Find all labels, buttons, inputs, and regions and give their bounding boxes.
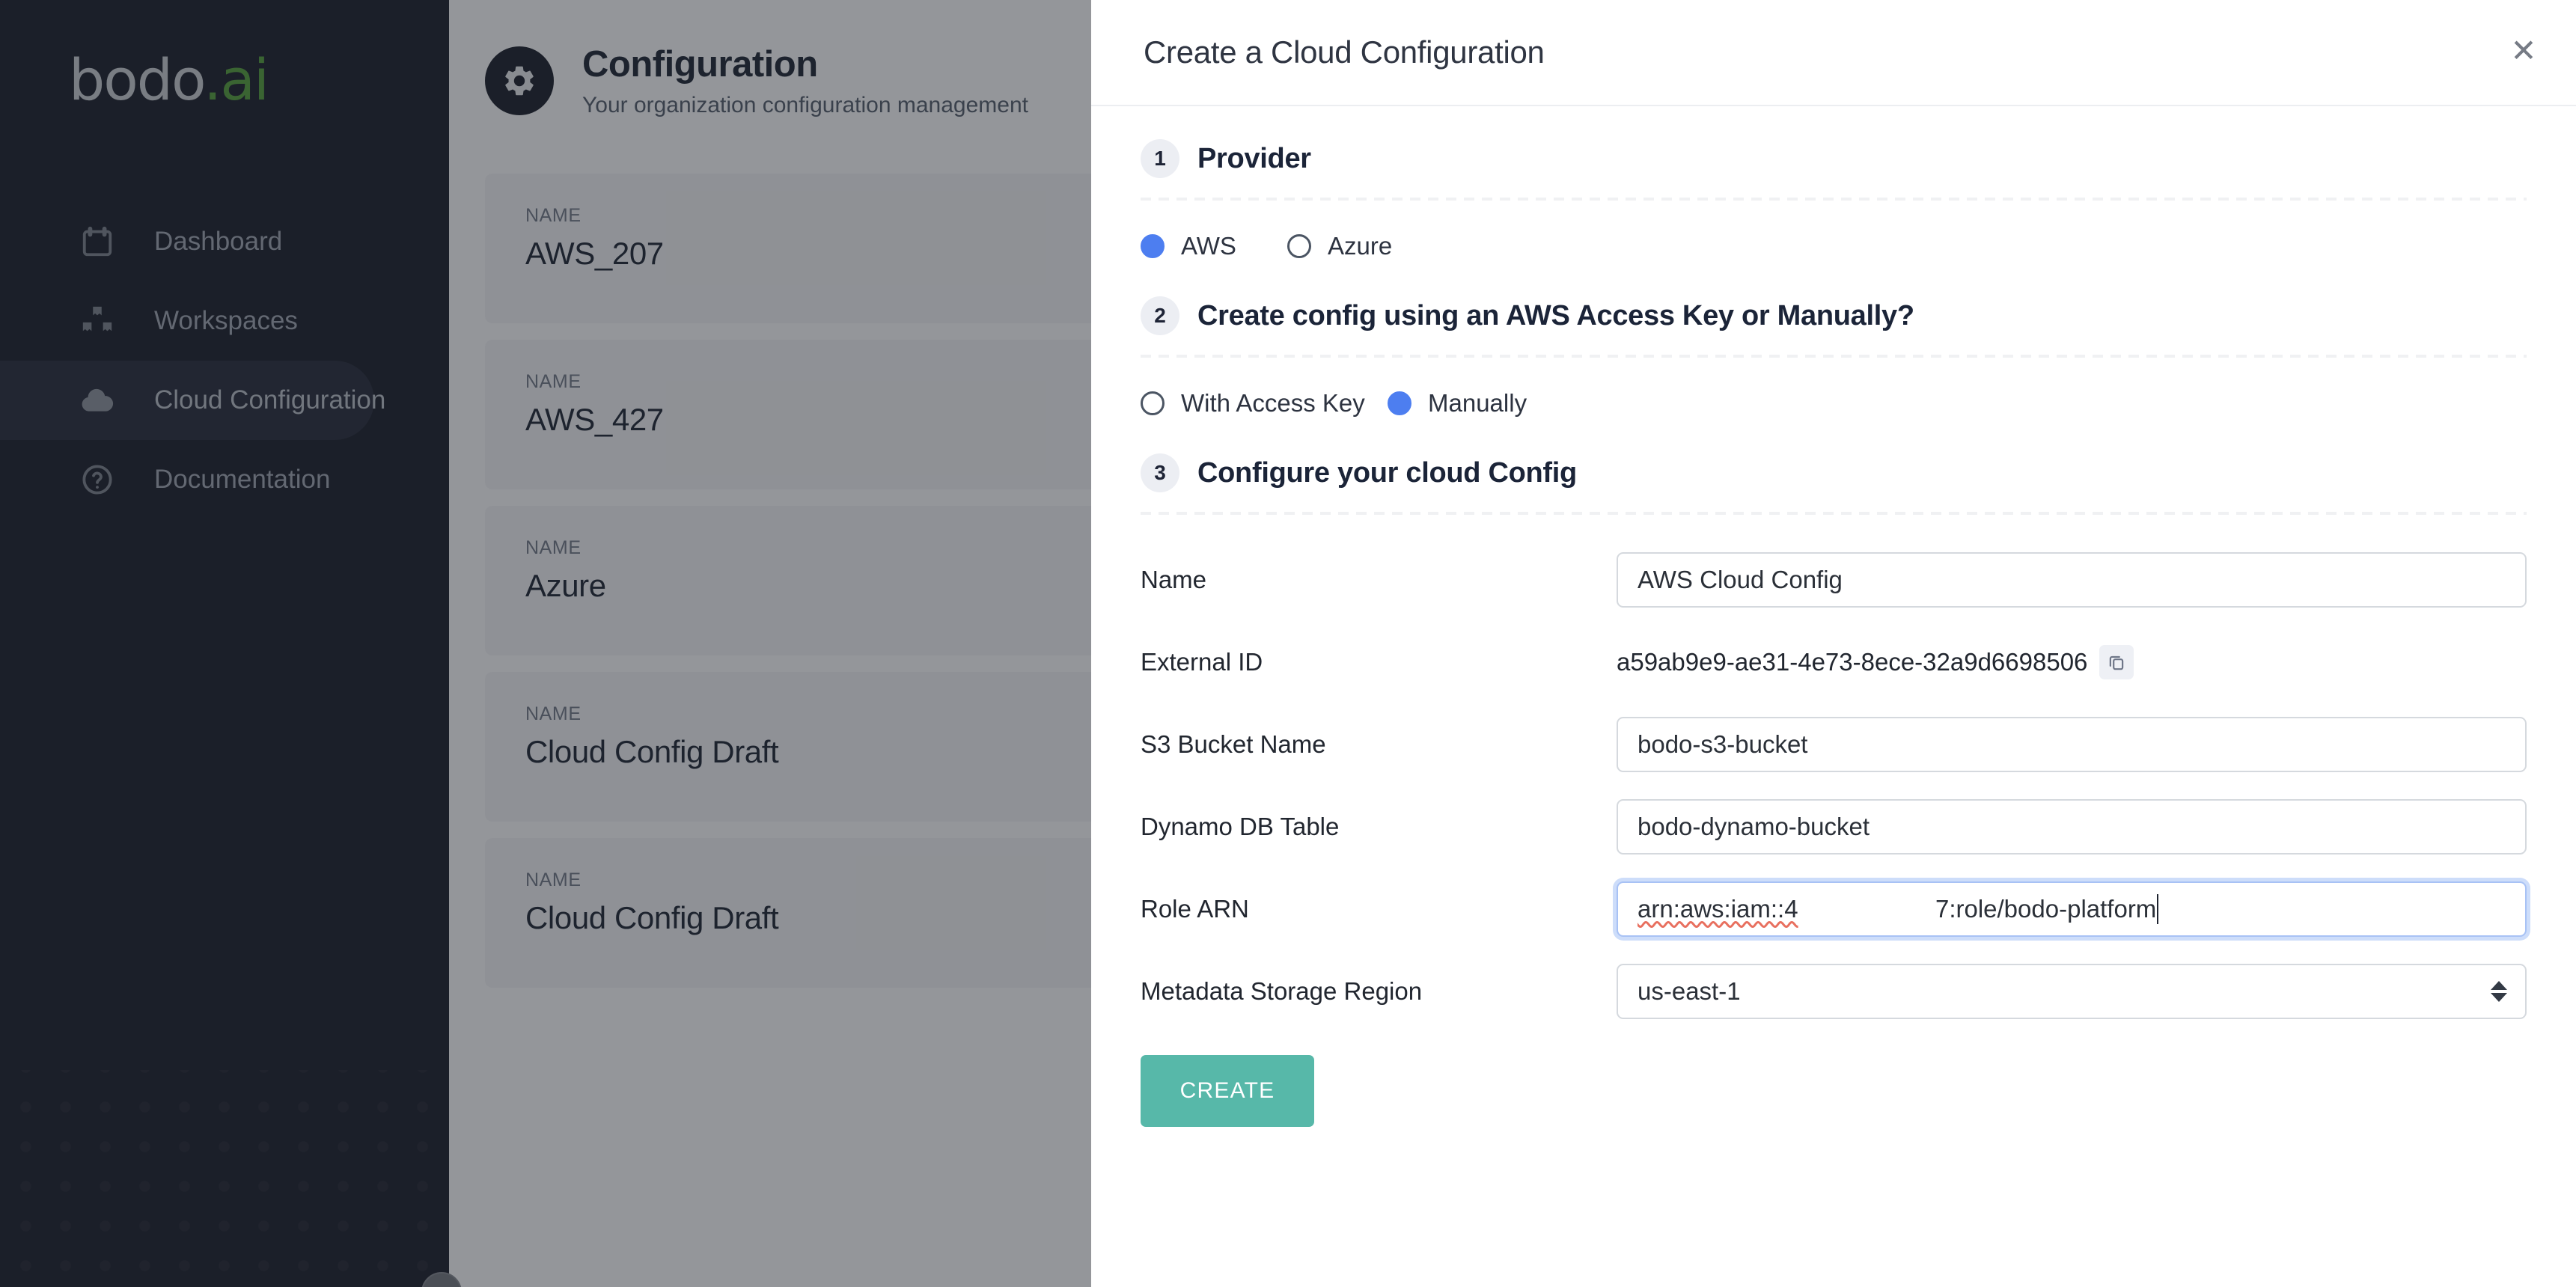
external-id-value-group: a59ab9e9-ae31-4e73-8ece-32a9d6698506 (1617, 645, 2527, 679)
region-select[interactable]: us-east-1 (1617, 964, 2527, 1019)
app-root: Configuration Your organization configur… (0, 0, 2576, 1287)
radio-label: Azure (1328, 232, 1393, 260)
create-button[interactable]: CREATE (1141, 1055, 1314, 1127)
role-arn-prefix: arn:aws:iam::4 (1638, 895, 1798, 923)
external-id-value: a59ab9e9-ae31-4e73-8ece-32a9d6698506 (1617, 648, 2088, 676)
role-arn-input[interactable]: arn:aws:iam::4 7:role/bodo-platform (1617, 881, 2527, 937)
form-row-s3-bucket: S3 Bucket Name (1141, 703, 2527, 786)
step-number: 3 (1141, 453, 1179, 492)
dynamo-table-label: Dynamo DB Table (1141, 813, 1340, 840)
step-1-provider: 1 Provider (1141, 139, 2527, 178)
divider (1141, 355, 2527, 358)
radio-indicator (1141, 391, 1165, 415)
modal-actions: CREATE (1141, 1055, 2527, 1127)
radio-provider-azure[interactable]: Azure (1287, 232, 1392, 260)
step-number: 1 (1141, 139, 1179, 178)
step-label: Configure your cloud Config (1197, 456, 1577, 489)
form-row-external-id: External ID a59ab9e9-ae31-4e73-8ece-32a9… (1141, 621, 2527, 703)
text-caret (2157, 894, 2159, 924)
modal-header: Create a Cloud Configuration ✕ (1091, 0, 2576, 106)
name-label: Name (1141, 566, 1207, 593)
step-2-method: 2 Create config using an AWS Access Key … (1141, 296, 2527, 335)
s3-bucket-input[interactable] (1617, 717, 2527, 772)
create-cloud-configuration-modal: Create a Cloud Configuration ✕ 1 Provide… (1091, 0, 2576, 1287)
close-icon[interactable]: ✕ (2506, 33, 2542, 69)
radio-label: With Access Key (1181, 389, 1365, 417)
s3-bucket-label: S3 Bucket Name (1141, 730, 1326, 758)
copy-icon[interactable] (2099, 645, 2134, 679)
step-label: Create config using an AWS Access Key or… (1197, 299, 1914, 331)
step-3-configure: 3 Configure your cloud Config (1141, 453, 2527, 492)
radio-indicator (1287, 234, 1311, 258)
role-arn-label: Role ARN (1141, 895, 1249, 923)
divider (1141, 512, 2527, 515)
dynamo-table-input[interactable] (1617, 799, 2527, 855)
region-selected-value: us-east-1 (1638, 977, 1741, 1005)
step-number: 2 (1141, 296, 1179, 335)
form-row-dynamo-table: Dynamo DB Table (1141, 786, 2527, 868)
radio-indicator (1388, 391, 1411, 415)
name-input[interactable] (1617, 552, 2527, 608)
radio-indicator (1141, 234, 1165, 258)
radio-provider-aws[interactable]: AWS (1141, 232, 1287, 260)
modal-body: 1 Provider AWS Azure 2 Create config usi… (1091, 139, 2576, 1127)
radio-method-access-key[interactable]: With Access Key (1141, 389, 1365, 418)
role-arn-suffix: 7:role/bodo-platform (1935, 895, 2157, 923)
divider (1141, 198, 2527, 201)
method-radio-group: With Access Key Manually (1141, 389, 2527, 418)
external-id-label: External ID (1141, 648, 1263, 676)
region-label: Metadata Storage Region (1141, 977, 1423, 1005)
form-row-role-arn: Role ARN arn:aws:iam::4 7:role/bodo-plat… (1141, 868, 2527, 950)
radio-method-manually[interactable]: Manually (1388, 389, 1527, 418)
step-label: Provider (1197, 142, 1311, 174)
cloud-config-form: Name External ID a59ab9e9-ae31-4e73-8ece… (1141, 539, 2527, 1127)
provider-radio-group: AWS Azure (1141, 232, 2527, 260)
radio-label: AWS (1181, 232, 1236, 260)
role-arn-redacted (1798, 895, 1935, 923)
radio-label: Manually (1428, 389, 1527, 417)
form-row-region: Metadata Storage Region us-east-1 (1141, 950, 2527, 1033)
form-row-name: Name (1141, 539, 2527, 621)
modal-title: Create a Cloud Configuration (1144, 34, 1545, 70)
